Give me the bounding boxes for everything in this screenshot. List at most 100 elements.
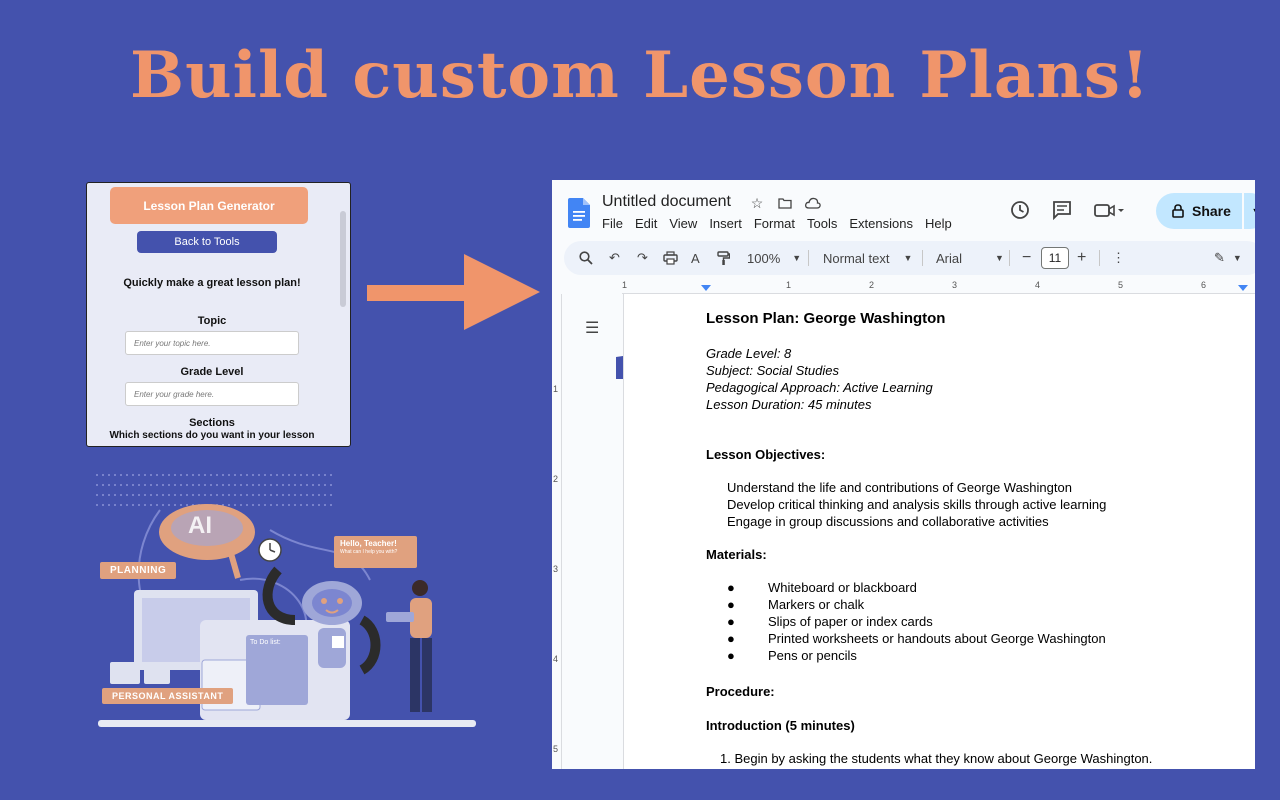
ruler-number: 3 [952,280,958,290]
paragraph-style-value: Normal text [823,250,890,266]
menu-file[interactable]: File [602,216,623,231]
bullet-icon: ● [727,648,735,663]
todo-card: To Do list: [246,635,308,705]
star-icon[interactable]: ☆ [748,194,766,212]
share-label: Share [1192,203,1231,219]
bullet-icon: ● [727,614,735,629]
ruler-number: 5 [553,744,559,754]
editing-mode-icon[interactable]: ✎ ▼ [1214,241,1242,275]
ruler-number: 6 [1201,280,1207,290]
grade-level-label: Grade Level [180,366,244,378]
google-docs-logo-icon[interactable] [568,198,590,228]
meta-subject: Subject: Social Studies [706,363,839,378]
menu-format[interactable]: Format [754,216,795,231]
decrease-font-size-icon[interactable]: − [1022,241,1031,275]
more-options-icon[interactable]: ⋮ [1112,241,1125,275]
todo-title: To Do list: [250,639,281,646]
objectives-heading: Lesson Objectives: [706,447,826,462]
chevron-down-icon: ▼ [903,253,913,263]
topic-input[interactable] [125,331,299,355]
meta-grade: Grade Level: 8 [706,346,792,361]
zoom-select[interactable]: 100% ▼ [747,241,801,275]
generator-scrollbar[interactable] [340,211,346,307]
undo-icon[interactable]: ↶ [609,241,620,275]
search-menus-icon[interactable] [579,241,593,275]
paragraph-style-select[interactable]: Normal text ▼ [823,241,912,275]
left-indent-marker[interactable] [701,285,711,291]
docs-toolbar: ↶ ↷ A 100% ▼ Normal text ▼ Arial ▼ − 11 … [564,241,1255,275]
material-text: Slips of paper or index cards [768,614,933,629]
arrow-shaft [367,285,467,301]
spellcheck-icon[interactable]: A [691,241,700,275]
ruler-number: 4 [553,654,559,664]
speech-main-text: Hello, Teacher! [340,539,397,548]
materials-heading: Materials: [706,547,767,562]
back-to-tools-button[interactable]: Back to Tools [137,231,277,253]
share-button[interactable]: Share [1156,193,1242,229]
personal-assistant-label: PERSONAL ASSISTANT [102,688,234,704]
right-indent-marker[interactable] [1238,285,1248,291]
share-dropdown-button[interactable]: ▼ [1244,193,1255,229]
ruler-number: 2 [869,280,875,290]
planning-label: PLANNING [100,562,177,579]
speech-bubble: Hello, Teacher! What can I help you with… [334,536,417,568]
bullet-icon: ● [727,580,735,595]
procedure-heading: Procedure: [706,684,775,699]
grade-level-input[interactable] [125,382,299,406]
material-text: Whiteboard or blackboard [768,580,917,595]
material-text: Pens or pencils [768,648,857,663]
font-select[interactable]: Arial ▼ [936,241,1004,275]
ruler-number: 4 [1035,280,1041,290]
material-text: Printed worksheets or handouts about Geo… [768,631,1106,646]
bullet-icon: ● [727,631,735,646]
ruler-number: 1 [553,384,559,394]
horizontal-ruler[interactable]: 1 1 2 3 4 5 6 [622,280,1255,294]
cloud-status-icon[interactable] [804,194,822,212]
chevron-down-icon: ▼ [995,253,1004,263]
comments-icon[interactable] [1052,200,1072,225]
topic-label: Topic [197,315,227,327]
menu-view[interactable]: View [669,216,697,231]
move-folder-icon[interactable] [776,194,794,212]
redo-icon[interactable]: ↷ [637,241,648,275]
docs-title-bar: Untitled document ☆ File Edit View Inser… [552,180,1255,240]
font-value: Arial [936,250,963,266]
ruler-number: 2 [553,474,559,484]
meet-video-icon[interactable] [1094,202,1124,223]
arrow-head [464,254,540,330]
toolbar-divider [922,250,923,266]
meta-approach: Pedagogical Approach: Active Learning [706,380,933,395]
vertical-ruler[interactable]: 1 2 3 4 5 [552,294,562,769]
objective-item: Understand the life and contributions of… [727,480,1072,495]
objective-item: Engage in group discussions and collabor… [727,514,1049,529]
material-text: Markers or chalk [768,597,865,612]
zoom-value: 100% [747,250,781,266]
increase-font-size-icon[interactable]: + [1077,241,1086,275]
speech-sub-text: What can I help you with? [340,549,398,555]
chevron-down-icon: ▼ [792,253,802,263]
sections-label: Sections [189,417,235,429]
document-title[interactable]: Untitled document [602,193,731,211]
ruler-number: 1 [622,280,628,290]
font-size-input[interactable]: 11 [1041,247,1069,269]
document-outline-icon[interactable]: ☰ [585,318,599,338]
ruler-number: 5 [1118,280,1124,290]
ai-assistant-illustration: PLANNING PERSONAL ASSISTANT Hello, Teach… [90,470,490,735]
bullet-icon: ● [727,597,735,612]
menu-edit[interactable]: Edit [635,216,657,231]
procedure-step: 1. Begin by asking the students what the… [720,751,1153,766]
version-history-icon[interactable] [1010,200,1030,225]
docs-menu-bar: File Edit View Insert Format Tools Exten… [602,216,952,231]
meta-duration: Lesson Duration: 45 minutes [706,397,872,412]
print-icon[interactable] [663,241,678,275]
generator-tagline: Quickly make a great lesson plan! [123,277,301,289]
paint-format-icon[interactable] [717,241,730,275]
sections-question: Which sections do you want in your lesso… [109,430,315,441]
introduction-heading: Introduction (5 minutes) [706,718,855,733]
menu-extensions[interactable]: Extensions [849,216,913,231]
objective-item: Develop critical thinking and analysis s… [727,497,1107,512]
menu-tools[interactable]: Tools [807,216,837,231]
menu-help[interactable]: Help [925,216,952,231]
google-docs-window: Untitled document ☆ File Edit View Inser… [552,180,1255,769]
menu-insert[interactable]: Insert [709,216,742,231]
